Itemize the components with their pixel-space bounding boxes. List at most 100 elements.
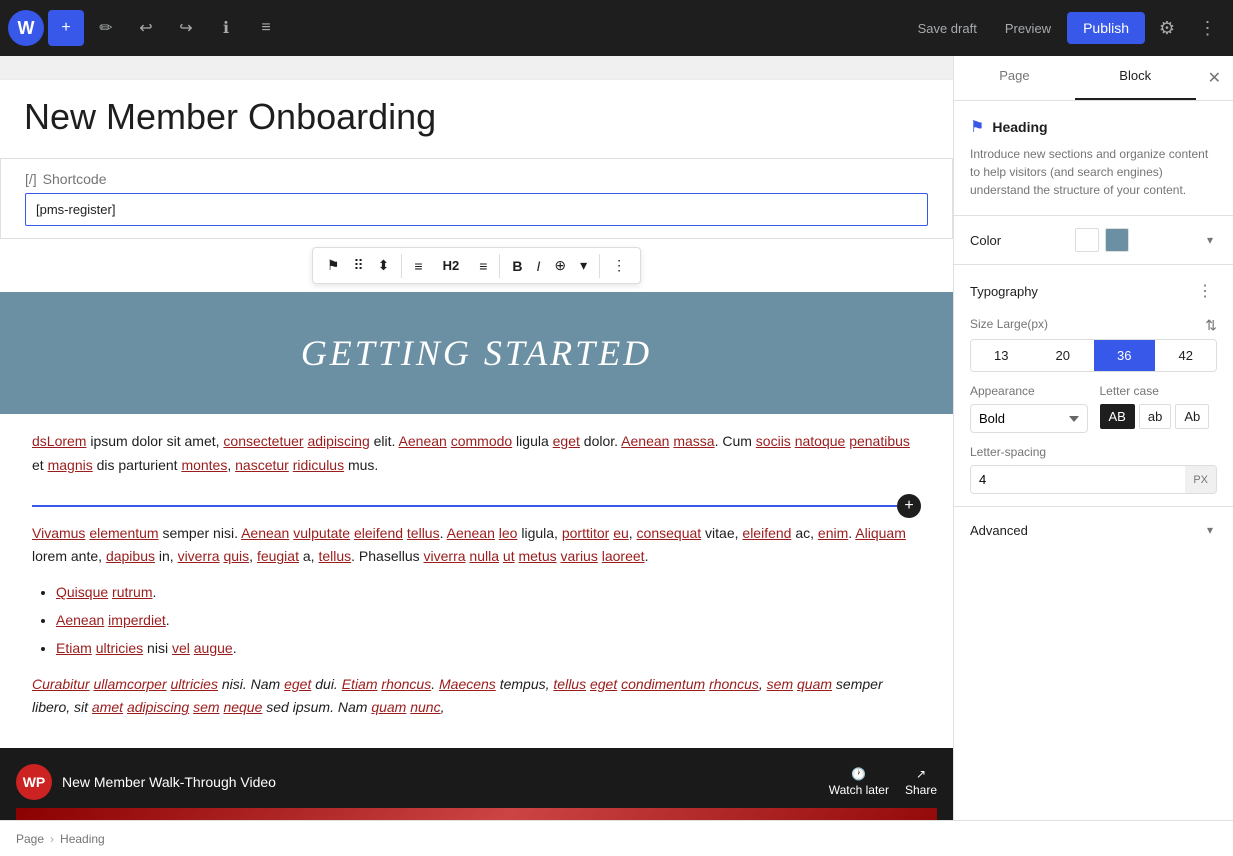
share-button[interactable]: ↗ Share: [905, 767, 937, 797]
page-title[interactable]: New Member Onboarding: [0, 80, 953, 154]
italic-link[interactable]: Curabitur: [32, 676, 90, 692]
italic-link[interactable]: rhoncus: [709, 676, 759, 692]
content-link[interactable]: ut: [503, 548, 515, 564]
add-block-button[interactable]: +: [48, 10, 84, 46]
color-swatch-blue[interactable]: [1105, 228, 1129, 252]
add-block-inline-button[interactable]: +: [897, 494, 921, 518]
content-link[interactable]: consequat: [637, 525, 702, 541]
edit-tool-button[interactable]: ✏: [88, 10, 124, 46]
list-view-button[interactable]: ≡: [248, 10, 284, 46]
content-link[interactable]: tellus: [407, 525, 440, 541]
tab-block[interactable]: Block: [1075, 56, 1196, 100]
content-link[interactable]: eu: [613, 525, 629, 541]
italic-link[interactable]: tellus: [553, 676, 586, 692]
content-link[interactable]: commodo: [451, 433, 512, 449]
wp-logo[interactable]: W: [8, 10, 44, 46]
watch-later-button[interactable]: 🕐 Watch later: [829, 767, 889, 797]
lc-btn-lowercase[interactable]: ab: [1139, 404, 1171, 429]
align-button[interactable]: ≡: [408, 254, 428, 278]
color-chevron[interactable]: ▾: [1203, 229, 1217, 251]
content-link[interactable]: porttitor: [562, 525, 609, 541]
video-thumbnail[interactable]: WholesalingPartners Home Blog Local Meet…: [16, 808, 937, 820]
lc-btn-capitalize[interactable]: Ab: [1175, 404, 1209, 429]
content-link[interactable]: eleifend: [742, 525, 791, 541]
italic-link[interactable]: rhoncus: [381, 676, 431, 692]
content-link[interactable]: enim: [818, 525, 848, 541]
italic-link[interactable]: eget: [590, 676, 617, 692]
list-link[interactable]: augue: [194, 640, 233, 656]
typography-options-button[interactable]: ⋮: [1193, 277, 1217, 305]
content-link[interactable]: dsLorem: [32, 433, 86, 449]
size-btn-42[interactable]: 42: [1156, 340, 1217, 371]
getting-started-block[interactable]: GETTING STARTED: [0, 292, 953, 414]
settings-button[interactable]: ⚙: [1149, 10, 1185, 46]
content-link[interactable]: eget: [553, 433, 580, 449]
block-options-button[interactable]: ⋮: [606, 253, 632, 278]
list-link[interactable]: Quisque: [56, 584, 108, 600]
content-link[interactable]: penatibus: [849, 433, 910, 449]
content-link[interactable]: natoque: [795, 433, 846, 449]
breadcrumb-page[interactable]: Page: [16, 832, 44, 846]
italic-link[interactable]: amet: [92, 699, 123, 715]
italic-link[interactable]: Etiam: [342, 676, 378, 692]
size-btn-13[interactable]: 13: [971, 340, 1032, 371]
content-link[interactable]: massa: [673, 433, 714, 449]
italic-link[interactable]: sem: [767, 676, 793, 692]
list-link[interactable]: imperdiet: [108, 612, 166, 628]
undo-button[interactable]: ↩: [128, 10, 164, 46]
content-link[interactable]: feugiat: [257, 548, 299, 564]
more-rich-text-button[interactable]: ▾: [574, 253, 593, 278]
content-link[interactable]: adipiscing: [307, 433, 369, 449]
content-link[interactable]: varius: [561, 548, 598, 564]
content-link[interactable]: leo: [499, 525, 518, 541]
italic-link[interactable]: adipiscing: [127, 699, 189, 715]
breadcrumb-heading[interactable]: Heading: [60, 832, 105, 846]
content-link[interactable]: eleifend: [354, 525, 403, 541]
list-link[interactable]: vel: [172, 640, 190, 656]
content-link[interactable]: elementum: [89, 525, 158, 541]
content-link[interactable]: Aenean: [621, 433, 669, 449]
block-type-button[interactable]: ⚑: [321, 253, 346, 278]
content-link[interactable]: Vivamus: [32, 525, 85, 541]
publish-button[interactable]: Publish: [1067, 12, 1145, 44]
save-draft-button[interactable]: Save draft: [906, 15, 989, 42]
more-options-button[interactable]: ⋮: [1189, 10, 1225, 46]
drag-button[interactable]: ⠿: [347, 253, 369, 278]
list-link[interactable]: Etiam: [56, 640, 92, 656]
content-link[interactable]: metus: [518, 548, 556, 564]
italic-link[interactable]: quam: [371, 699, 406, 715]
content-link[interactable]: Aenean: [241, 525, 289, 541]
content-link[interactable]: viverra: [424, 548, 466, 564]
list-link[interactable]: ultricies: [96, 640, 143, 656]
move-button[interactable]: ⬍: [372, 253, 396, 278]
content-link[interactable]: nulla: [469, 548, 499, 564]
size-btn-36[interactable]: 36: [1094, 340, 1155, 371]
letter-spacing-input[interactable]: [971, 466, 1185, 493]
sidebar-close-button[interactable]: ✕: [1196, 56, 1233, 100]
content-link[interactable]: consectetuer: [223, 433, 303, 449]
italic-link[interactable]: ullamcorper: [93, 676, 166, 692]
content-link[interactable]: Aliquam: [855, 525, 906, 541]
content-link[interactable]: ridiculus: [293, 457, 344, 473]
italic-link[interactable]: condimentum: [621, 676, 705, 692]
tab-page[interactable]: Page: [954, 56, 1075, 100]
content-link[interactable]: quis: [223, 548, 249, 564]
preview-button[interactable]: Preview: [993, 15, 1063, 42]
content-link[interactable]: dapibus: [106, 548, 155, 564]
content-link[interactable]: magnis: [48, 457, 93, 473]
content-link[interactable]: montes: [181, 457, 227, 473]
h2-button[interactable]: H2: [431, 252, 472, 279]
italic-link[interactable]: sem: [193, 699, 219, 715]
content-link[interactable]: laoreet: [602, 548, 645, 564]
content-link[interactable]: viverra: [178, 548, 220, 564]
lc-btn-uppercase[interactable]: AB: [1100, 404, 1135, 429]
italic-link[interactable]: Maecens: [439, 676, 496, 692]
appearance-select[interactable]: Bold Normal Italic: [970, 404, 1088, 433]
italic-button[interactable]: I: [531, 254, 547, 278]
content-link[interactable]: Aenean: [447, 525, 495, 541]
redo-button[interactable]: ↪: [168, 10, 204, 46]
text-align-button[interactable]: ≡: [473, 254, 493, 278]
list-link[interactable]: rutrum: [112, 584, 152, 600]
content-link[interactable]: sociis: [756, 433, 791, 449]
italic-link[interactable]: ultricies: [171, 676, 218, 692]
